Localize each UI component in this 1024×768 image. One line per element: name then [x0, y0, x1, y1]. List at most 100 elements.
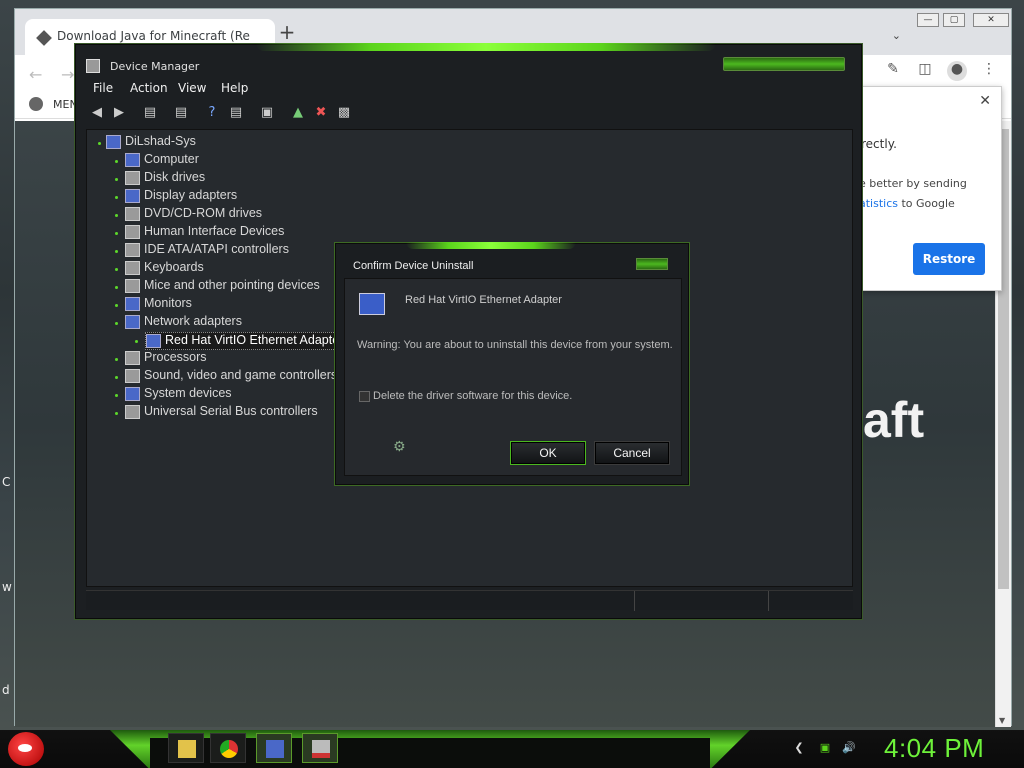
status-divider — [768, 591, 769, 611]
show-hide-tree-icon[interactable]: ▤ — [142, 105, 158, 121]
ok-button[interactable]: OK — [511, 442, 585, 464]
menu-action[interactable]: Action — [130, 81, 168, 95]
window-controls[interactable] — [723, 57, 845, 71]
ethernet-adapter-icon — [146, 333, 161, 348]
menu-help[interactable]: Help — [221, 81, 248, 95]
side-panel-icon[interactable]: ◫ — [915, 61, 935, 81]
tree-item[interactable]: Processors — [125, 350, 207, 368]
update-driver-icon[interactable]: ▲ — [290, 105, 306, 121]
menu-view[interactable]: View — [178, 81, 206, 95]
extensions-icon[interactable]: ✎ — [883, 61, 903, 81]
tree-expand-dot[interactable] — [115, 178, 118, 181]
dialog-body: Red Hat VirtIO Ethernet Adapter Warning:… — [344, 278, 682, 476]
delete-driver-checkbox[interactable] — [359, 391, 370, 402]
tree-item-label: Universal Serial Bus controllers — [144, 404, 318, 418]
tree-item[interactable]: Display adapters — [125, 188, 237, 206]
help-icon[interactable]: ? — [204, 105, 220, 121]
statistics-link[interactable]: atistics — [859, 197, 898, 210]
restore-button[interactable]: Restore — [913, 243, 985, 275]
computer-icon — [125, 152, 140, 167]
sound-icon — [125, 368, 140, 383]
network-tray-icon[interactable]: ▣ — [818, 741, 832, 755]
close-button[interactable]: ✕ — [973, 13, 1009, 27]
tray-chevron-icon[interactable]: ❮ — [792, 741, 806, 755]
volume-icon[interactable]: 🔊 — [842, 741, 856, 755]
tree-item[interactable]: Keyboards — [125, 260, 204, 278]
tree-item-label: Mice and other pointing devices — [144, 278, 320, 292]
tree-item[interactable]: Universal Serial Bus controllers — [125, 404, 318, 422]
tree-item[interactable]: Disk drives — [125, 170, 205, 188]
confirm-uninstall-dialog: Confirm Device Uninstall Red Hat VirtIO … — [335, 242, 689, 485]
device-manager-titlebar[interactable]: Device Manager — [76, 51, 861, 77]
tree-expand-dot[interactable] — [115, 214, 118, 217]
usb-icon — [125, 404, 140, 419]
taskbar-device-manager[interactable] — [256, 733, 292, 763]
scroll-down-arrow-icon[interactable]: ▼ — [999, 716, 1005, 725]
bookmark-label[interactable]: MEN — [53, 98, 78, 111]
mouse-icon — [125, 278, 140, 293]
profile-icon[interactable]: ● — [947, 61, 967, 81]
tree-expand-dot[interactable] — [115, 358, 118, 361]
tree-expand-dot[interactable] — [135, 340, 138, 343]
edge-letter: w — [2, 580, 12, 594]
tree-expand-dot[interactable] — [115, 376, 118, 379]
bookmark-globe-icon — [29, 97, 43, 111]
menu-file[interactable]: File — [93, 81, 113, 95]
maximize-button[interactable]: ▢ — [943, 13, 965, 27]
delete-driver-label[interactable]: Delete the driver software for this devi… — [373, 390, 572, 402]
back-arrow-icon[interactable]: ◀ — [89, 105, 105, 121]
system-devices-icon — [125, 386, 140, 401]
tree-item-label: Red Hat VirtIO Ethernet Adapter — [165, 333, 344, 347]
minimize-button[interactable]: — — [917, 13, 939, 27]
popup-text-line1: rectly. — [861, 137, 897, 151]
forward-arrow-icon[interactable]: ▶ — [111, 105, 127, 121]
taskbar-clock[interactable]: 4:04 PM — [884, 733, 984, 764]
chrome-menu-icon[interactable]: ⋮ — [979, 61, 999, 81]
add-legacy-hardware-icon[interactable]: ▩ — [336, 105, 352, 121]
tree-expand-dot[interactable] — [115, 250, 118, 253]
tree-expand-dot[interactable] — [115, 286, 118, 289]
taskbar-file-explorer[interactable] — [168, 733, 204, 763]
tree-expand-dot[interactable] — [98, 142, 101, 145]
tree-item[interactable]: DVD/CD-ROM drives — [125, 206, 262, 224]
tree-root[interactable]: DiLshad-Sys — [106, 134, 196, 152]
tree-item-label: Monitors — [144, 296, 192, 310]
tree-item[interactable]: Mice and other pointing devices — [125, 278, 320, 296]
tab-search-chevron-icon[interactable]: ⌄ — [892, 29, 901, 42]
tree-expand-dot[interactable] — [115, 268, 118, 271]
taskbar-chrome[interactable] — [210, 733, 246, 763]
tree-item-label: Disk drives — [144, 170, 206, 184]
tree-item[interactable]: IDE ATA/ATAPI controllers — [125, 242, 289, 260]
new-tab-button[interactable]: + — [277, 22, 297, 43]
uninstall-device-icon[interactable]: ✖ — [313, 105, 329, 121]
tree-expand-dot[interactable] — [115, 412, 118, 415]
cancel-button[interactable]: Cancel — [595, 442, 669, 464]
popup-close-icon[interactable]: ✕ — [979, 93, 991, 109]
tree-expand-dot[interactable] — [115, 322, 118, 325]
tree-expand-dot[interactable] — [115, 232, 118, 235]
tree-expand-dot[interactable] — [115, 160, 118, 163]
taskbar-uninstall-dialog[interactable] — [302, 733, 338, 763]
tree-item-label: System devices — [144, 386, 232, 400]
tree-item[interactable]: Human Interface Devices — [125, 224, 284, 242]
tree-item[interactable]: Network adapters — [125, 314, 242, 332]
tree-item[interactable]: Monitors — [125, 296, 192, 314]
tree-item[interactable]: System devices — [125, 386, 232, 404]
view-icon[interactable]: ▤ — [228, 105, 244, 121]
tree-expand-dot[interactable] — [115, 196, 118, 199]
properties-icon[interactable]: ▤ — [173, 105, 189, 121]
tree-item[interactable]: Red Hat VirtIO Ethernet Adapter — [145, 332, 345, 350]
status-divider — [634, 591, 635, 611]
minecraft-tab-icon — [36, 30, 52, 46]
tree-expand-dot[interactable] — [115, 304, 118, 307]
tree-expand-dot[interactable] — [115, 394, 118, 397]
start-button-angry-bird-icon[interactable] — [8, 732, 44, 766]
forward-icon[interactable]: → — [61, 65, 74, 84]
scan-hardware-icon[interactable]: ▣ — [259, 105, 275, 121]
popup-text-line3-rest: to Google — [898, 197, 955, 210]
tree-item[interactable]: Sound, video and game controllers — [125, 368, 337, 386]
tree-item[interactable]: Computer — [125, 152, 199, 170]
back-icon[interactable]: ← — [29, 65, 42, 84]
display-adapter-icon — [125, 188, 140, 203]
dialog-close-button[interactable] — [636, 258, 668, 270]
